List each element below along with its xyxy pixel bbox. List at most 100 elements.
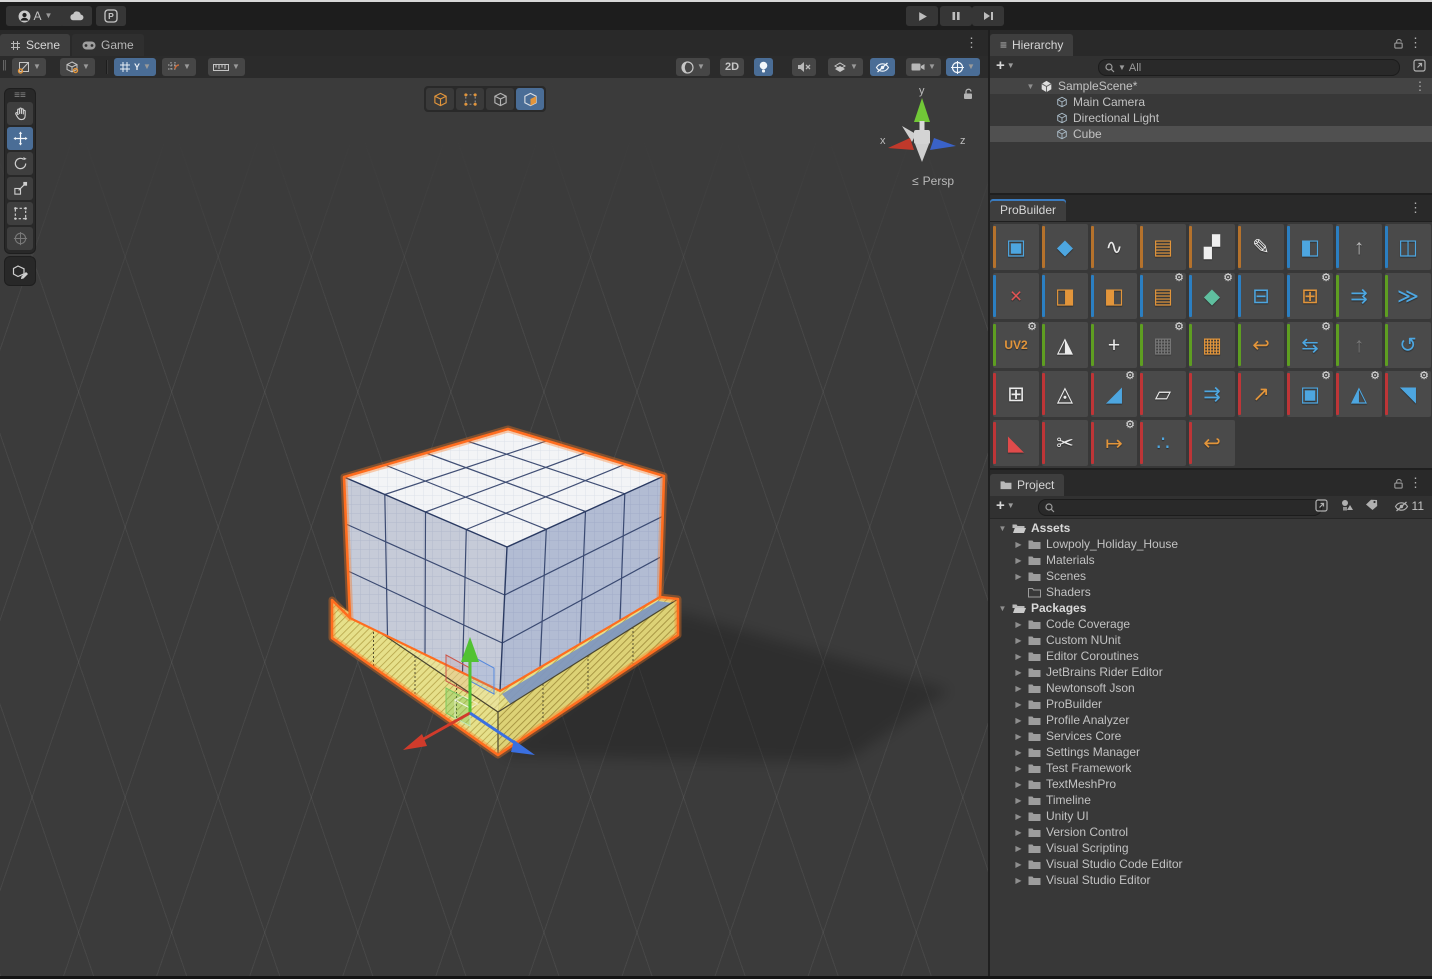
face-mode-button[interactable] [516,88,544,110]
subdivide-faces-button[interactable]: ⊞ [993,371,1039,417]
foldout-icon[interactable]: ▶ [1012,572,1025,581]
object-mode-button[interactable] [426,88,454,110]
vertex-mode-button[interactable] [456,88,484,110]
select-by-material-button[interactable]: ▤ ⚙ [1140,273,1186,319]
foldout-icon[interactable]: ▶ [1012,748,1025,757]
tab-game[interactable]: Game [72,34,144,56]
freeze-transform-button[interactable]: ↺ [1385,322,1431,368]
project-item-settings-manager[interactable]: ▶ Settings Manager [990,744,1432,760]
hierarchy-item-directional-light[interactable]: Directional Light [990,110,1432,126]
smooth-group-editor-button[interactable]: ◧ [1287,224,1333,270]
overlay-drag-handle[interactable]: ≡≡ [14,91,26,101]
project-item-version-control[interactable]: ▶ Version Control [990,824,1432,840]
subdivide-object-button[interactable]: ▦ [1189,322,1235,368]
options-gear-icon[interactable]: ⚙ [1419,371,1429,382]
search-by-type-button[interactable] [1341,499,1354,511]
projection-toggle[interactable]: ≤ Persp [912,174,954,188]
project-item-code-coverage[interactable]: ▶ Code Coverage [990,616,1432,632]
project-item-visual-studio-editor[interactable]: ▶ Visual Studio Editor [990,872,1432,888]
lock-icon[interactable] [1393,38,1404,49]
project-item-assets[interactable]: ▼ Assets [990,520,1432,536]
create-object-button[interactable]: + ▼ [996,58,1015,73]
hierarchy-search-input[interactable]: ▼ All [1098,59,1400,76]
handle-rotation-button[interactable]: ◧ [1091,273,1137,319]
extrude-faces-button[interactable]: ⇉ [1189,371,1235,417]
tab-probuilder[interactable]: ProBuilder [990,199,1067,221]
foldout-icon[interactable]: ▼ [1024,82,1037,91]
rotate-tool-button[interactable] [7,152,33,175]
project-item-probuilder[interactable]: ▶ ProBuilder [990,696,1432,712]
cut-tool-button[interactable]: ✂ [1042,420,1088,466]
foldout-icon[interactable]: ▶ [1012,716,1025,725]
scene-viewport[interactable]: ≡≡ y x z ≤ Persp [0,78,988,976]
row-options-kebab-icon[interactable]: ⋮ [1414,79,1426,93]
foldout-icon[interactable]: ▶ [1012,764,1025,773]
tool-handle-pivot-button[interactable]: ▼ [12,58,46,76]
vertex-colors-button[interactable]: ✎ [1238,224,1284,270]
tab-scene[interactable]: Scene [0,34,71,56]
options-gear-icon[interactable]: ⚙ [1174,273,1184,284]
new-shape-button[interactable]: ▣ [993,224,1039,270]
project-item-newtonsoft-json[interactable]: ▶ Newtonsoft Json [990,680,1432,696]
grid-visibility-button[interactable]: Y ▼ [114,58,156,76]
fill-hole-button[interactable]: ▱ [1140,371,1186,417]
scene-panel-menu-icon[interactable]: ⋮ [965,36,978,49]
flip-face-normals-button[interactable]: ↗ [1238,371,1284,417]
uv-editor-button[interactable]: ▞ [1189,224,1235,270]
lock-icon[interactable] [1393,478,1404,489]
effects-toggle-button[interactable]: ▼ [828,58,863,76]
snap-increment-button[interactable]: ▼ [162,58,196,76]
select-hidden-button[interactable]: × [993,273,1039,319]
foldout-icon[interactable]: ▼ [996,524,1009,533]
select-ring-button[interactable]: ⇉ [1336,273,1382,319]
y-axis-cone[interactable] [914,98,930,122]
foldout-icon[interactable]: ▶ [1012,780,1025,789]
gizmo-lock-icon[interactable] [962,88,974,100]
foldout-icon[interactable]: ▶ [1012,652,1025,661]
project-item-textmeshpro[interactable]: ▶ TextMeshPro [990,776,1432,792]
step-button[interactable] [972,6,1004,26]
select-loop-button[interactable]: ≫ [1385,273,1431,319]
project-item-timeline[interactable]: ▶ Timeline [990,792,1432,808]
options-gear-icon[interactable]: ⚙ [1370,371,1380,382]
center-pivot-button[interactable]: + [1091,322,1137,368]
triangulate-faces-button[interactable]: ◬ [1042,371,1088,417]
move-tool-button[interactable] [7,127,33,150]
foldout-icon[interactable]: ▶ [1012,620,1025,629]
options-gear-icon[interactable]: ⚙ [1125,371,1135,382]
project-item-scenes[interactable]: ▶ Scenes [990,568,1432,584]
handle-position-button[interactable]: ◨ [1042,273,1088,319]
hierarchy-item-cube[interactable]: Cube [990,126,1432,142]
project-item-jetbrains-rider-editor[interactable]: ▶ JetBrains Rider Editor [990,664,1432,680]
camera-settings-button[interactable]: ▼ [906,58,941,76]
probuilderize-button[interactable]: ↑ [1336,224,1382,270]
project-item-visual-scripting[interactable]: ▶ Visual Scripting [990,840,1432,856]
create-asset-button[interactable]: + ▼ [996,498,1015,513]
search-by-label-button[interactable] [1365,499,1378,511]
new-poly-shape-button[interactable]: ◆ [1042,224,1088,270]
open-in-window-button[interactable] [1315,499,1328,512]
triangulate-object-button[interactable]: ◮ [1042,322,1088,368]
tool-handle-local-button[interactable]: ▼ [60,58,95,76]
pause-button[interactable] [940,6,972,26]
mirror-objects-button[interactable]: ▦ ⚙ [1140,322,1186,368]
foldout-icon[interactable]: ▶ [1012,796,1025,805]
probuilder-window-button[interactable]: P [96,6,126,26]
shading-mode-button[interactable]: ▼ [676,58,710,76]
export-asset-button[interactable]: ◫ [1385,224,1431,270]
project-item-custom-nunit[interactable]: ▶ Custom NUnit [990,632,1432,648]
foldout-icon[interactable]: ▶ [1012,684,1025,693]
foldout-icon[interactable]: ▶ [1012,556,1025,565]
hierarchy-item-main-camera[interactable]: Main Camera [990,94,1432,110]
tab-project[interactable]: Project [990,474,1065,496]
project-item-editor-coroutines[interactable]: ▶ Editor Coroutines [990,648,1432,664]
foldout-icon[interactable]: ▶ [1012,844,1025,853]
scene-lighting-button[interactable] [754,58,773,76]
project-search-input[interactable] [1038,499,1322,516]
x-axis-cone[interactable] [888,138,914,150]
options-gear-icon[interactable]: ⚙ [1125,420,1135,431]
scale-tool-button[interactable] [7,177,33,200]
options-gear-icon[interactable]: ⚙ [1321,322,1331,333]
project-item-services-core[interactable]: ▶ Services Core [990,728,1432,744]
project-item-test-framework[interactable]: ▶ Test Framework [990,760,1432,776]
